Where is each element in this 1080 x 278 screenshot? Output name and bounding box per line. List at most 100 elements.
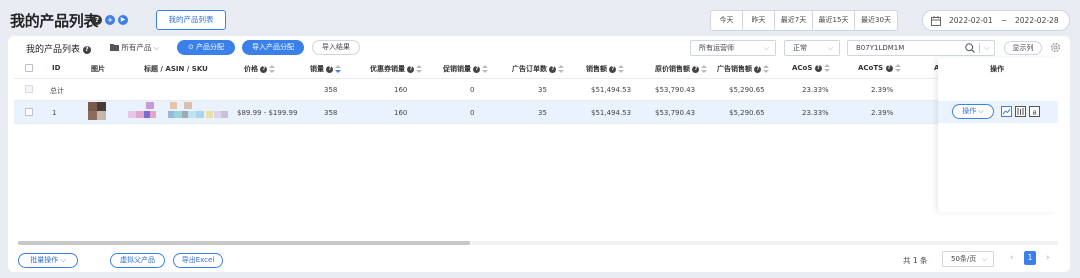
row-sales: $51,494.53	[591, 109, 632, 117]
select-all-checkbox[interactable]	[25, 64, 33, 72]
total-acots: 2.39%	[871, 86, 894, 94]
row-acos: 23.33%	[802, 109, 829, 117]
chevron-down-icon[interactable]: ⌵	[984, 41, 989, 55]
play-icon[interactable]: ▶	[118, 15, 128, 25]
batch-label: 批量操作	[30, 256, 59, 264]
status-select[interactable]: 正常 ⌵	[784, 40, 840, 56]
product-image[interactable]	[88, 102, 106, 120]
import-distribute-button[interactable]: 导入产品分配	[242, 40, 304, 55]
settings-icon[interactable]	[1050, 42, 1061, 53]
sort-icon	[763, 65, 770, 73]
quick-date-30days[interactable]: 最近30天	[855, 11, 897, 30]
batch-operation-button[interactable]: 批量操作 ⌵	[18, 253, 78, 268]
chevron-down-icon: ⌵	[763, 44, 769, 52]
page-size-select[interactable]: 50条/页 ⌵	[942, 251, 994, 267]
total-sales-qty: 358	[324, 86, 338, 94]
col-sales-qty[interactable]: 销量 ?	[310, 64, 342, 74]
sort-icon	[416, 65, 423, 73]
quick-date-yesterday[interactable]: 昨天	[743, 11, 775, 30]
trend-chart-icon[interactable]	[1001, 106, 1012, 117]
row-sales-qty: 358	[324, 109, 338, 117]
my-product-list-button[interactable]: 我的产品列表	[156, 10, 226, 30]
col-acots[interactable]: ACoTS ?	[858, 64, 901, 72]
chevron-down-icon: ⌵	[978, 107, 984, 115]
import-result-button[interactable]: 导入结果	[312, 40, 360, 55]
help-icon: ?	[260, 65, 268, 73]
date-range-picker[interactable]: 2022-02-01 ~ 2022-02-28	[922, 10, 1070, 31]
horizontal-scrollbar[interactable]	[18, 241, 470, 245]
bar-chart-icon[interactable]	[1015, 106, 1026, 117]
search-icon[interactable]	[965, 43, 975, 53]
quick-date-15days[interactable]: 最近15天	[813, 11, 855, 30]
col-promo-qty[interactable]: 促销销量 ?	[443, 64, 489, 74]
col-sales[interactable]: 销售额 ?	[586, 64, 625, 74]
row-orig-sales: $53,790.43	[655, 109, 696, 117]
add-icon[interactable]: +	[105, 15, 115, 25]
quick-date-selector: 今天 昨天 最近7天 最近15天 最近30天	[710, 10, 898, 31]
panel-title: 我的产品列表 ?	[26, 42, 91, 55]
help-icon[interactable]: ?	[82, 45, 91, 54]
col-coupon-qty[interactable]: 优惠券销量 ?	[370, 64, 423, 74]
row-action-label: 操作	[962, 107, 977, 115]
total-ad-orders: 35	[538, 86, 547, 94]
folder-icon	[110, 44, 119, 51]
date-end: 2022-02-28	[1015, 16, 1059, 25]
col-ad-orders[interactable]: 广告订单数 ?	[512, 64, 565, 74]
prev-page-icon[interactable]: ‹	[1010, 253, 1014, 263]
help-icon: ?	[473, 65, 481, 73]
row-action-dropdown[interactable]: 操作 ⌵	[952, 104, 994, 119]
next-page-icon[interactable]: ›	[1046, 253, 1050, 263]
col-title: 标题 / ASIN / SKU	[144, 65, 208, 73]
col-orig-sales[interactable]: 原价销售额 ?	[655, 64, 708, 74]
help-icon: ?	[326, 65, 334, 73]
operator-select[interactable]: 所有运营师 ⌵	[690, 40, 776, 56]
svg-text:a: a	[1033, 109, 1037, 116]
quick-date-7days[interactable]: 最近7天	[775, 11, 813, 30]
search-input-value: B07Y1LDM1M	[856, 44, 905, 52]
panel-title-text: 我的产品列表	[26, 45, 81, 55]
row-coupon-qty: 160	[394, 109, 408, 117]
col-operation: 操作	[990, 65, 1004, 73]
help-icon: ?	[754, 65, 762, 73]
help-icon[interactable]: ?	[92, 15, 102, 25]
col-ad-sales[interactable]: 广告销售额 ?	[717, 64, 770, 74]
product-distribute-button[interactable]: ⊙ 产品分配	[177, 40, 235, 55]
chevron-down-icon: ⌵	[827, 44, 833, 52]
page-number-current[interactable]: 1	[1024, 251, 1036, 265]
operation-column	[938, 58, 1058, 212]
sort-icon	[482, 65, 489, 73]
chevron-down-icon: ⌵	[981, 255, 987, 263]
distribute-label: 产品分配	[196, 43, 225, 51]
amazon-icon[interactable]: a	[1029, 106, 1040, 117]
sort-desc-icon	[335, 65, 342, 73]
virtual-parent-button[interactable]: 虚拟父产品	[110, 253, 165, 268]
total-ad-sales: $5,290.65	[729, 86, 765, 94]
row-acots: 2.39%	[871, 109, 894, 117]
col-acos[interactable]: ACoS ?	[792, 64, 830, 72]
help-icon: ?	[692, 65, 700, 73]
page-title: 我的产品列表	[10, 12, 99, 30]
total-coupon-qty: 160	[394, 86, 408, 94]
row-id: 1	[52, 109, 57, 117]
total-sales: $51,494.53	[591, 86, 632, 94]
status-select-value: 正常	[793, 44, 807, 52]
sort-icon	[823, 64, 830, 72]
product-title-asin-sku[interactable]	[128, 102, 230, 120]
sort-icon	[618, 65, 625, 73]
page-size-value: 50条/页	[951, 255, 977, 263]
col-id: ID	[52, 64, 61, 72]
folder-label: 所有产品	[121, 43, 152, 52]
col-image: 图片	[91, 65, 105, 73]
row-checkbox[interactable]	[25, 108, 33, 116]
row-promo-qty: 0	[470, 109, 475, 117]
search-input[interactable]: B07Y1LDM1M ⌵	[847, 40, 995, 56]
total-label: 总计	[50, 87, 64, 95]
display-columns-button[interactable]: 显示列	[1004, 41, 1042, 55]
date-start: 2022-02-01	[949, 16, 993, 25]
export-excel-button[interactable]: 导出Excel	[173, 253, 223, 268]
quick-date-today[interactable]: 今天	[711, 11, 743, 30]
product-folder-dropdown[interactable]: 所有产品 ⌵	[110, 42, 159, 53]
help-icon: ?	[609, 65, 617, 73]
col-price[interactable]: 价格 ?	[244, 64, 276, 74]
chevron-down-icon: ⌵	[153, 43, 160, 52]
